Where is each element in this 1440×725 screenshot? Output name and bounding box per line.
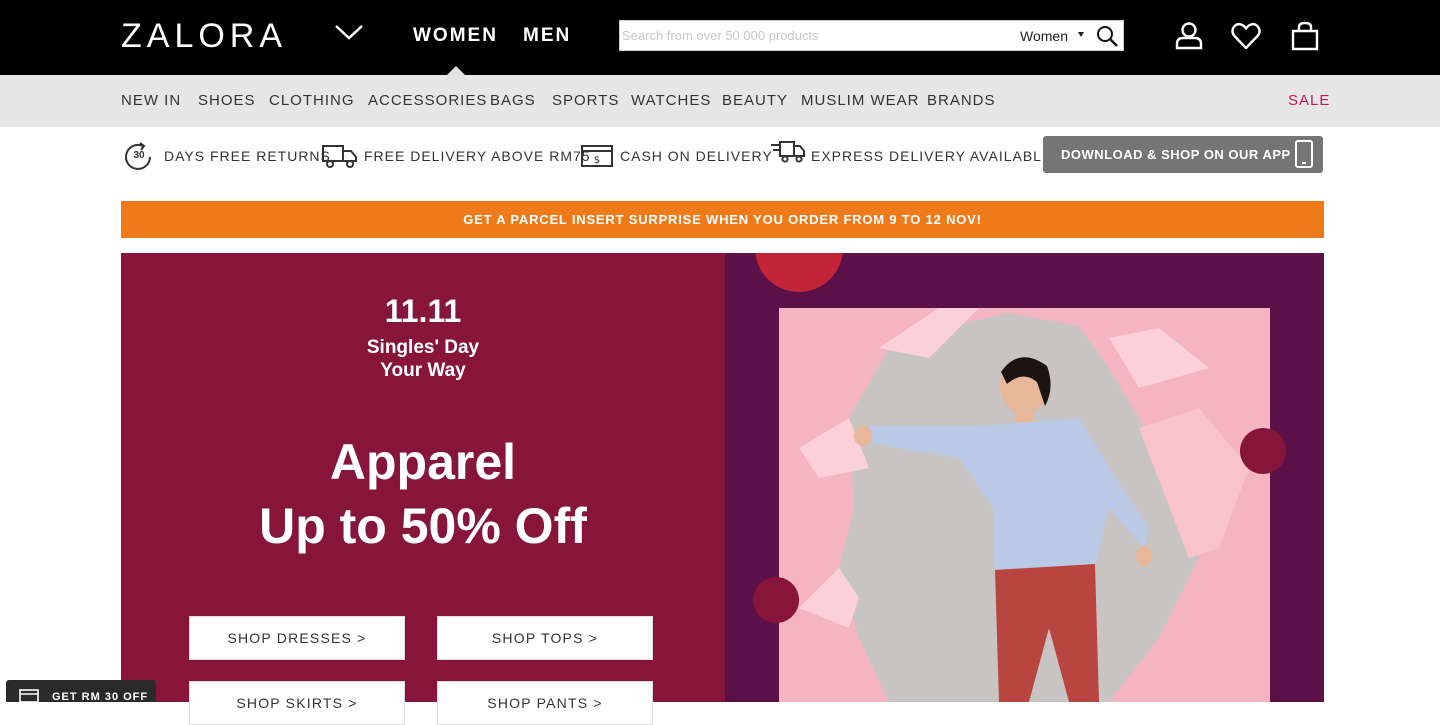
nav-item-shoes[interactable]: SHOES	[198, 91, 256, 111]
decor-circle	[1240, 428, 1286, 474]
zalora-logo[interactable]: ZALORA	[121, 16, 287, 56]
nav-item-watches[interactable]: WATCHES	[631, 91, 711, 111]
nav-item-clothing[interactable]: CLOTHING	[269, 91, 355, 111]
usp-free-returns: DAYS FREE RETURNS	[164, 148, 331, 164]
nav-item-brands[interactable]: BRANDS	[927, 91, 996, 111]
search-category-select[interactable]: Women	[1020, 27, 1068, 45]
caret-down-icon[interactable]	[1078, 32, 1084, 37]
usp-free-delivery: FREE DELIVERY ABOVE RM75	[364, 148, 591, 164]
download-app-label[interactable]: DOWNLOAD & SHOP ON OUR APP	[1061, 147, 1291, 163]
decor-circle	[755, 253, 843, 292]
hero-headline-line-1: Apparel	[329, 434, 517, 490]
express-truck-icon	[771, 141, 805, 163]
nav-item-bags[interactable]: BAGS	[490, 91, 536, 111]
delivery-truck-icon	[322, 145, 357, 168]
shop-tops-label[interactable]: SHOP TOPS >	[437, 629, 653, 647]
hero-tagline-line-2: Your Way	[380, 360, 466, 381]
tab-men[interactable]: MEN	[523, 24, 571, 48]
returns-days-badge: 30	[133, 150, 145, 161]
nav-item-sale[interactable]: SALE	[1288, 91, 1330, 111]
search-input[interactable]	[622, 23, 1012, 48]
hero-date: 11.11	[384, 293, 462, 329]
usp-express-delivery: EXPRESS DELIVERY AVAILABLE	[811, 148, 1053, 164]
usp-cash-on-delivery: CASH ON DELIVERY	[620, 148, 773, 164]
phone-icon	[1295, 140, 1313, 168]
search-icon[interactable]	[1095, 24, 1119, 48]
hero-tagline-line-1: Singles' Day	[366, 337, 480, 358]
shop-skirts-label[interactable]: SHOP SKIRTS >	[189, 694, 405, 712]
nav-item-new-in[interactable]: NEW IN	[121, 91, 181, 111]
shop-dresses-label[interactable]: SHOP DRESSES >	[189, 629, 405, 647]
promo-text[interactable]: GET A PARCEL INSERT SURPRISE WHEN YOU OR…	[121, 212, 1324, 228]
hero-model-photo	[779, 308, 1270, 702]
account-icon[interactable]	[1173, 20, 1205, 52]
decor-circle	[753, 577, 799, 623]
active-tab-indicator	[447, 66, 465, 75]
heart-icon[interactable]	[1230, 20, 1262, 52]
nav-item-muslim-wear[interactable]: MUSLIM WEAR	[801, 91, 920, 111]
nav-item-sports[interactable]: SPORTS	[552, 91, 619, 111]
tab-women[interactable]: WOMEN	[413, 24, 498, 48]
svg-text:$: $	[594, 155, 600, 166]
voucher-icon	[19, 689, 39, 702]
hero-banner-image-panel[interactable]	[725, 253, 1324, 702]
chevron-down-icon[interactable]	[333, 20, 365, 44]
hero-headline-line-2: Up to 50% Off	[259, 498, 587, 554]
cash-icon: $	[581, 145, 613, 167]
nav-item-accessories[interactable]: ACCESSORIES	[368, 91, 487, 111]
shop-pants-label[interactable]: SHOP PANTS >	[437, 694, 653, 712]
nav-item-beauty[interactable]: BEAUTY	[722, 91, 788, 111]
shopping-bag-icon[interactable]	[1289, 20, 1321, 52]
